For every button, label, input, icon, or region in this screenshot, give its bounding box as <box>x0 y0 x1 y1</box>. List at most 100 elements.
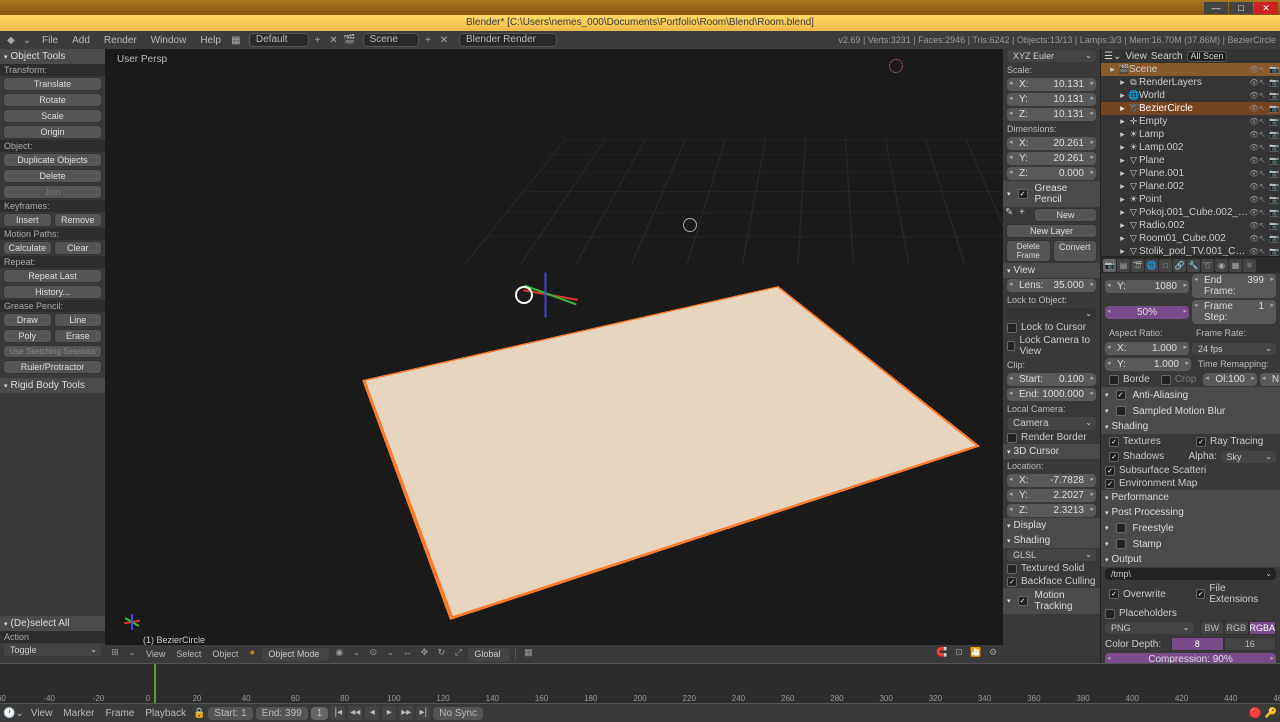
add-layout-icon[interactable]: + <box>311 33 325 47</box>
playhead[interactable] <box>154 664 156 703</box>
tab-render-layers[interactable]: ▤ <box>1117 259 1130 272</box>
outliner-row[interactable]: ▸▽Pokoj.001_Cube.002_Cube.0👁↖📷 <box>1101 206 1280 219</box>
gizmo-z-axis[interactable] <box>545 273 547 318</box>
frame-step-field[interactable]: Frame Step:1 <box>1192 300 1276 324</box>
vp-menu-select[interactable]: Select <box>172 649 205 659</box>
mode-selector[interactable]: Object Mode <box>262 648 329 661</box>
tl-menu-playback[interactable]: Playback <box>141 708 190 719</box>
lens-field[interactable]: Lens:35.000 <box>1007 279 1096 292</box>
antialiasing-header[interactable]: Anti-Aliasing <box>1101 387 1280 403</box>
tl-menu-marker[interactable]: Marker <box>59 708 98 719</box>
tab-object[interactable]: □ <box>1159 259 1172 272</box>
outliner-tree[interactable]: ▸🎬Scene👁↖📷▸⧉RenderLayers👁↖📷▸🌐World👁↖📷▸➰B… <box>1101 63 1280 256</box>
clear-button[interactable]: Clear <box>54 241 103 255</box>
render-preview-icon[interactable]: 🎦 <box>969 647 983 661</box>
file-format-select[interactable]: PNG <box>1105 622 1194 634</box>
lock-camera-check[interactable]: Lock Camera to View <box>1003 334 1100 358</box>
orientation-selector[interactable]: Global <box>468 648 510 661</box>
gp-poly-button[interactable]: Poly <box>3 329 52 343</box>
layout-browse-icon[interactable]: ▦ <box>229 33 243 47</box>
postprocessing-header[interactable]: Post Processing <box>1101 505 1280 520</box>
local-camera-field[interactable]: Camera <box>1007 417 1096 430</box>
rotation-mode-select[interactable]: XYZ Euler <box>1007 50 1096 62</box>
transform-gizmo[interactable] <box>501 249 581 329</box>
grease-pencil-panel-header[interactable]: Grease Pencil <box>1003 181 1100 207</box>
keyframe-next-button[interactable]: ▸▸ <box>399 706 413 720</box>
outliner-row[interactable]: ▸🎬Scene👁↖📷 <box>1101 63 1280 76</box>
jump-end-button[interactable]: ▸| <box>416 706 430 720</box>
menu-window[interactable]: Window <box>145 35 193 46</box>
view-panel-header[interactable]: View <box>1003 263 1100 278</box>
glsl-select[interactable]: GLSL <box>1007 549 1096 561</box>
3d-viewport[interactable]: User Persp (1) BezierCircle ⊞ ⌄ View Sel… <box>105 49 1003 663</box>
tab-data[interactable]: ➰ <box>1201 259 1214 272</box>
depth-8-toggle[interactable]: 8 <box>1171 637 1224 651</box>
scale-x-field[interactable]: X:10.131 <box>1007 78 1096 91</box>
tab-physics[interactable]: ⚛ <box>1243 259 1256 272</box>
stamp-header[interactable]: Stamp <box>1101 536 1280 552</box>
vp-menu-view[interactable]: View <box>142 649 169 659</box>
scene-selector[interactable]: Scene <box>363 33 419 47</box>
cursor-x-field[interactable]: X:-7.7828 <box>1007 474 1096 487</box>
editor-type-icon[interactable]: ⌄ <box>20 33 34 47</box>
scene-browse-icon[interactable]: 🎬 <box>343 33 357 47</box>
maximize-button[interactable]: □ <box>1229 2 1253 14</box>
outliner-row[interactable]: ▸✛Empty👁↖📷 <box>1101 115 1280 128</box>
last-operator-header[interactable]: (De)select All <box>0 616 105 631</box>
autokey-icon[interactable]: 🔴 <box>1249 708 1261 719</box>
lock-to-cursor-check[interactable]: Lock to Cursor <box>1003 321 1100 334</box>
rgba-toggle[interactable]: RGBA <box>1249 621 1277 635</box>
calculate-button[interactable]: Calculate <box>3 241 52 255</box>
depth-16-toggle[interactable]: 16 <box>1224 637 1277 651</box>
sss-check[interactable]: Subsurface Scatteri <box>1101 464 1280 477</box>
insert-keyframe-button[interactable]: Insert <box>3 213 52 227</box>
backface-culling-check[interactable]: Backface Culling <box>1003 575 1100 588</box>
play-reverse-button[interactable]: ◂ <box>365 706 379 720</box>
shading-header[interactable]: Shading <box>1101 419 1280 434</box>
remove-keyframe-button[interactable]: Remove <box>54 213 103 227</box>
rgb-toggle[interactable]: RGB <box>1224 621 1249 635</box>
resolution-percent-field[interactable]: 50% <box>1105 306 1189 319</box>
vp-menu-object[interactable]: Object <box>208 649 242 659</box>
join-button[interactable]: Join <box>3 185 102 199</box>
outliner-row[interactable]: ▸☀Point👁↖📷 <box>1101 193 1280 206</box>
outliner-row[interactable]: ▸▽Plane👁↖📷 <box>1101 154 1280 167</box>
snap-type-icon[interactable]: ⊡ <box>952 647 966 661</box>
timeline-ruler[interactable]: -60-40-200204060801001201401601802002202… <box>0 663 1280 704</box>
crop-check[interactable]: Crop <box>1175 374 1197 385</box>
gp-sketch-toggle[interactable]: Use Sketching Sessions <box>3 345 102 358</box>
tab-material[interactable]: ◉ <box>1215 259 1228 272</box>
aspect-x-field[interactable]: X:1.000 <box>1105 342 1189 355</box>
outliner-row[interactable]: ▸🌐World👁↖📷 <box>1101 89 1280 102</box>
dim-x-field[interactable]: X:20.261 <box>1007 137 1096 150</box>
outliner-row[interactable]: ▸▽Plane.001👁↖📷 <box>1101 167 1280 180</box>
editor-type-icon[interactable]: ☰⌄ <box>1104 51 1121 62</box>
dim-y-field[interactable]: Y:20.261 <box>1007 152 1096 165</box>
tab-modifiers[interactable]: 🔧 <box>1187 259 1200 272</box>
motion-blur-header[interactable]: Sampled Motion Blur <box>1101 403 1280 419</box>
delete-button[interactable]: Delete <box>3 169 102 183</box>
tab-render[interactable]: 📷 <box>1103 259 1116 272</box>
repeat-last-button[interactable]: Repeat Last <box>3 269 102 283</box>
placeholders-check[interactable]: Placeholders <box>1101 607 1280 620</box>
origin-button[interactable]: Origin <box>3 125 102 139</box>
manip-rotate-icon[interactable]: ↻ <box>434 647 448 661</box>
screen-layout-selector[interactable]: Default <box>249 33 309 47</box>
motion-tracking-panel-header[interactable]: Motion Tracking <box>1003 588 1100 614</box>
outliner-row[interactable]: ▸➰BezierCircle👁↖📷 <box>1101 102 1280 115</box>
performance-header[interactable]: Performance <box>1101 490 1280 505</box>
editor-dropdown-icon[interactable]: ⌄ <box>125 647 139 661</box>
ruler-button[interactable]: Ruler/Protractor <box>3 360 102 374</box>
compression-field[interactable]: Compression: 90% <box>1105 653 1276 663</box>
menu-file[interactable]: File <box>36 35 64 46</box>
output-header[interactable]: Output <box>1101 552 1280 567</box>
manipulator-icon[interactable]: ↔ <box>400 647 414 661</box>
remove-scene-icon[interactable]: ✕ <box>437 33 451 47</box>
editor-type-icon[interactable]: ⊞ <box>108 647 122 661</box>
add-scene-icon[interactable]: + <box>421 33 435 47</box>
bw-toggle[interactable]: BW <box>1200 621 1225 635</box>
tab-world[interactable]: 🌐 <box>1145 259 1158 272</box>
resolution-y-field[interactable]: Y:1080 <box>1105 280 1189 293</box>
textured-solid-check[interactable]: Textured Solid <box>1003 562 1100 575</box>
keying-set-icon[interactable]: 🔑 <box>1265 708 1277 719</box>
